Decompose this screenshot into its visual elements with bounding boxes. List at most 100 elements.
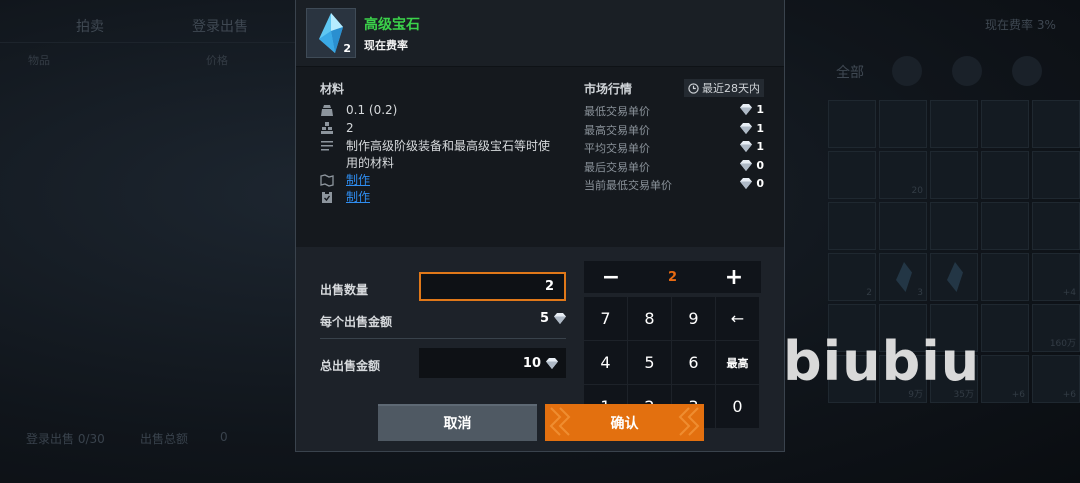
bg-grid-cell[interactable]	[1032, 151, 1080, 199]
market-row-value: 1	[740, 122, 764, 135]
bg-grid-cell[interactable]	[930, 151, 978, 199]
market-row-number: 0	[756, 177, 764, 190]
quantity-stepper: − 2 +	[584, 261, 761, 293]
market-row-value: 1	[740, 140, 764, 153]
bg-grid-cell[interactable]	[1032, 202, 1080, 250]
item-count: 2	[343, 42, 351, 55]
market-row-label: 最低交易单价	[584, 105, 650, 118]
bg-tab-auction[interactable]: 拍卖	[76, 16, 104, 36]
total-label: 总出售金额	[320, 359, 381, 373]
market-title: 市场行情	[584, 82, 633, 96]
bg-total-label: 出售总额	[140, 432, 189, 446]
market-row-label: 平均交易单价	[584, 142, 650, 155]
bg-grid-cell[interactable]: 3	[879, 253, 927, 301]
bg-grid-cell[interactable]	[828, 100, 876, 148]
backspace-key[interactable]: ←	[716, 297, 759, 340]
description-row: 制作高级阶级装备和最高级宝石等时使用的材料	[320, 138, 561, 172]
clock-icon	[688, 82, 699, 94]
quantity-input[interactable]	[419, 272, 566, 301]
key-8[interactable]: 8	[628, 297, 671, 340]
bg-total-value: 0	[220, 430, 228, 444]
gem-icon	[947, 262, 963, 292]
watermark: biubiu	[783, 330, 981, 393]
stack-icon	[321, 122, 333, 134]
ornament-right-icon	[678, 407, 700, 436]
item-subtitle: 现在费率	[364, 39, 408, 52]
unit-price-label: 每个出售金额	[320, 315, 393, 329]
bg-grid-cell[interactable]: 2	[828, 253, 876, 301]
materials-title: 材料	[320, 82, 345, 96]
stack-row: 2	[320, 120, 354, 137]
decrement-button[interactable]: −	[596, 265, 626, 290]
key-7[interactable]: 7	[584, 297, 627, 340]
bg-grid-cell[interactable]	[828, 202, 876, 250]
item-info-panel: 材料 0.1 (0.2) 2 制作高级阶级装备和最高级宝石等时使用的材料 制作 …	[296, 67, 784, 247]
key-9[interactable]: 9	[672, 297, 715, 340]
bg-grid-cell[interactable]: +4	[1032, 253, 1080, 301]
item-header: 2 高级宝石 现在费率	[296, 0, 784, 67]
confirm-label: 确认	[610, 415, 639, 432]
bg-grid-cell[interactable]	[930, 100, 978, 148]
market-row-label: 当前最低交易单价	[584, 179, 672, 192]
bg-tab-listing[interactable]: 登录出售	[192, 16, 248, 36]
stack-value: 2	[346, 121, 354, 135]
unit-price-value: 5	[539, 311, 549, 326]
key-0[interactable]: 0	[716, 385, 759, 428]
market-row-value: 0	[740, 177, 764, 190]
diamond-icon	[740, 104, 753, 115]
craft-link-2[interactable]: 制作	[346, 189, 370, 206]
bg-grid-cell[interactable]: 20	[879, 151, 927, 199]
bg-grid-cell[interactable]	[930, 202, 978, 250]
weight-value: 0.1 (0.2)	[346, 103, 398, 117]
item-slot: 2	[306, 8, 356, 58]
bg-grid-cell[interactable]	[1032, 100, 1080, 148]
craft-link-row-1: 制作	[320, 172, 370, 189]
bg-grid-cell[interactable]: +6	[1032, 355, 1080, 403]
bg-grid-cell[interactable]	[981, 202, 1029, 250]
market-row: 平均交易单价 1	[584, 140, 764, 157]
bg-grid-cell[interactable]	[981, 100, 1029, 148]
confirm-button[interactable]: 确认	[545, 404, 704, 441]
key-6[interactable]: 6	[672, 341, 715, 384]
bg-grid-cell[interactable]: 160万	[1032, 304, 1080, 352]
market-row: 最后交易单价 0	[584, 159, 764, 176]
craft-link-1[interactable]: 制作	[346, 172, 370, 189]
quantity-label: 出售数量	[320, 283, 369, 297]
market-row-label: 最后交易单价	[584, 160, 650, 174]
bg-grid-cell[interactable]	[879, 202, 927, 250]
cancel-button[interactable]: 取消	[378, 404, 537, 441]
bg-cell-count: 20	[911, 186, 923, 196]
market-row-number: 1	[756, 140, 764, 153]
screen: 拍卖 登录出售 物品 价格 现在费率 3% 全部 20 2 3 +4 160万 9万 35万…	[0, 0, 1080, 483]
market-row: 最低交易单价 1	[584, 103, 764, 120]
cube-icon[interactable]	[952, 56, 982, 86]
map-icon	[320, 174, 334, 187]
bg-grid-cell[interactable]	[981, 304, 1029, 352]
bg-category-all[interactable]: 全部	[836, 62, 864, 82]
increment-button[interactable]: +	[719, 265, 749, 290]
helmet-icon[interactable]	[892, 56, 922, 86]
gem-icon	[896, 262, 912, 292]
weight-row: 0.1 (0.2)	[320, 102, 397, 119]
key-4[interactable]: 4	[584, 341, 627, 384]
market-period-badge: 最近28天内	[684, 79, 764, 97]
bg-grid-cell[interactable]	[981, 253, 1029, 301]
bg-grid-cell[interactable]	[879, 100, 927, 148]
market-row-number: 1	[756, 103, 764, 116]
bg-grid-cell[interactable]	[828, 151, 876, 199]
weight-icon	[321, 105, 333, 116]
ornament-left-icon	[549, 407, 571, 436]
diamond-icon	[554, 313, 566, 324]
bg-fee-label: 现在费率 3%	[985, 18, 1056, 32]
money-bag-icon[interactable]	[1012, 56, 1042, 86]
key-5[interactable]: 5	[628, 341, 671, 384]
bg-grid-cell[interactable]	[930, 253, 978, 301]
diamond-icon	[546, 357, 558, 369]
bg-grid-cell[interactable]: +6	[981, 355, 1029, 403]
bg-cell-count: 2	[866, 288, 872, 298]
bg-grid-cell[interactable]	[981, 151, 1029, 199]
max-key[interactable]: 最高	[716, 341, 759, 384]
bg-divider	[0, 42, 296, 43]
bg-cell-count: +6	[1062, 390, 1076, 400]
gem-icon	[319, 13, 343, 53]
